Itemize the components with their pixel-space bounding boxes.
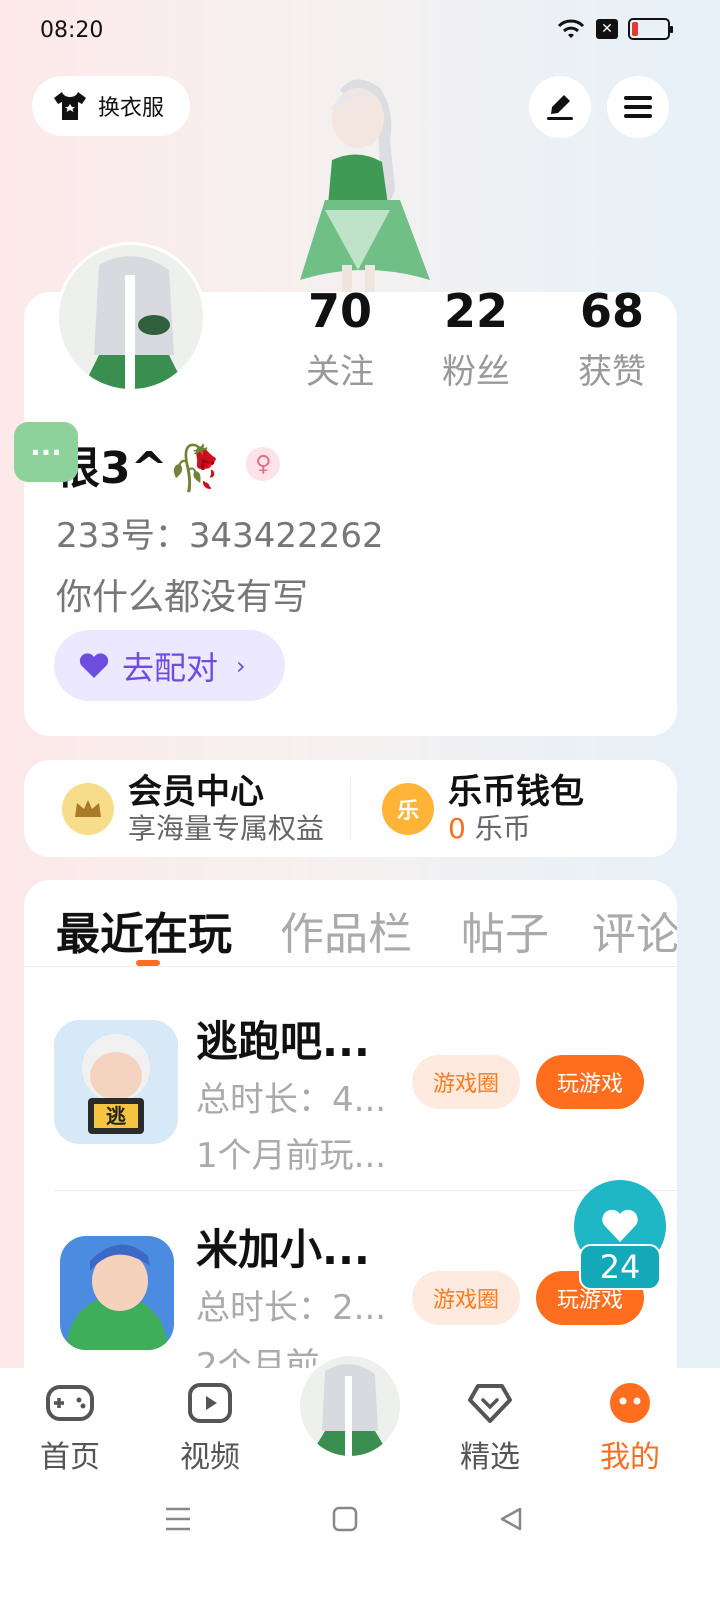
nav-mine-label: 我的 <box>600 1440 660 1475</box>
member-center-subtitle: 享海量专属权益 <box>128 811 325 845</box>
shirt-icon <box>54 92 86 120</box>
game-circle-button[interactable]: 游戏圈 <box>412 1055 520 1109</box>
menu-button[interactable] <box>607 76 669 138</box>
more-options-button[interactable]: ··· <box>14 422 78 482</box>
stat-following[interactable]: 70 关注 <box>280 286 400 393</box>
profile-face-icon <box>610 1383 650 1423</box>
game-icon-text: 逃 <box>106 1104 127 1128</box>
status-bar: 08:20 ✕ <box>0 0 720 64</box>
game-title: 米加小... <box>196 1225 370 1274</box>
game-title: 逃跑吧... <box>196 1017 370 1066</box>
tab-posts[interactable]: 帖子 <box>461 898 549 962</box>
username-text: 恨3^🥀 <box>56 443 223 494</box>
game-last-played: 1个月前玩... <box>196 1136 387 1176</box>
user-bio: 你什么都没有写 <box>56 577 309 618</box>
edit-button[interactable] <box>529 76 591 138</box>
nav-mine[interactable]: 我的 <box>580 1382 680 1476</box>
nav-home-label: 首页 <box>40 1440 100 1475</box>
video-icon <box>188 1383 232 1423</box>
stat-value: 70 <box>307 284 372 338</box>
nav-video[interactable]: 视频 <box>160 1382 260 1476</box>
nav-featured[interactable]: 精选 <box>440 1382 540 1476</box>
status-time: 08:20 <box>40 18 104 43</box>
vip-divider <box>350 778 351 840</box>
tab-recent-played[interactable]: 最近在玩 <box>56 898 232 962</box>
game-row[interactable]: 逃 逃跑吧... 总时长：4... 1个月前玩... 游戏圈 玩游戏 <box>24 990 677 1190</box>
like-count-badge: 24 <box>579 1244 661 1290</box>
go-match-label: 去配对 <box>122 648 219 687</box>
game-icon: 逃 <box>54 1020 178 1144</box>
row-divider <box>54 1190 677 1191</box>
tab-works[interactable]: 作品栏 <box>280 898 412 962</box>
system-navigation-bar <box>0 1484 720 1612</box>
member-center-entry[interactable]: 会员中心 享海量专属权益 <box>62 760 324 857</box>
game-icon <box>60 1236 174 1350</box>
tab-divider <box>24 966 677 967</box>
home-icon[interactable] <box>332 1506 358 1532</box>
coin-wallet-title: 乐币钱包 <box>448 771 584 812</box>
coin-wallet-entry[interactable]: 乐 乐币钱包 0 乐币 <box>382 760 584 857</box>
stat-likes[interactable]: 68 获赞 <box>552 286 672 393</box>
nav-center-avatar[interactable] <box>296 1352 404 1460</box>
battery-icon <box>628 18 673 40</box>
stat-value: 68 <box>579 284 644 338</box>
game-duration: 总时长：4... <box>196 1080 387 1120</box>
game-duration: 总时长：2... <box>196 1288 387 1328</box>
profile-stats: 70 关注 22 粉丝 68 获赞 <box>280 286 672 393</box>
stat-label: 关注 <box>306 352 374 392</box>
status-icons: ✕ <box>556 18 673 40</box>
nav-video-label: 视频 <box>180 1440 240 1475</box>
tab-comments[interactable]: 评论 <box>592 898 677 962</box>
recent-apps-icon[interactable] <box>164 1506 192 1532</box>
heart-icon <box>79 652 109 678</box>
heart-diamond-icon <box>468 1384 512 1423</box>
avatar-character-figure[interactable] <box>270 70 440 295</box>
change-outfit-button[interactable]: 换衣服 <box>32 76 190 136</box>
female-gender-icon: ♀ <box>246 447 281 481</box>
stat-followers[interactable]: 22 粉丝 <box>416 286 536 393</box>
no-sim-icon: ✕ <box>596 19 618 39</box>
menu-icon <box>624 96 652 118</box>
member-center-title: 会员中心 <box>128 771 264 812</box>
coin-icon: 乐 <box>382 782 434 835</box>
stat-label: 获赞 <box>578 352 646 392</box>
play-game-button[interactable]: 玩游戏 <box>536 1055 644 1109</box>
nav-home[interactable]: 首页 <box>20 1382 120 1476</box>
go-match-button[interactable]: 去配对 › <box>54 630 285 701</box>
gamepad-icon <box>46 1385 94 1421</box>
pen-icon <box>547 95 573 120</box>
content-tabs-card: 最近在玩 作品栏 帖子 评论 逃 逃跑吧... 总时长：4... 1个月前玩..… <box>24 880 677 1380</box>
coin-amount: 0 <box>448 811 466 845</box>
chevron-right-icon: › <box>236 651 246 680</box>
nav-featured-label: 精选 <box>460 1440 520 1475</box>
stat-label: 粉丝 <box>442 352 510 392</box>
user-avatar[interactable] <box>56 242 206 392</box>
change-outfit-label: 换衣服 <box>98 96 165 121</box>
wifi-icon <box>557 19 585 38</box>
username: 恨3^🥀 ♀ <box>56 432 281 496</box>
back-icon[interactable] <box>498 1506 524 1532</box>
coin-unit: 乐币 <box>474 811 531 845</box>
game-circle-button[interactable]: 游戏圈 <box>412 1271 520 1325</box>
heart-icon <box>602 1209 638 1242</box>
stat-value: 22 <box>443 284 508 338</box>
user-id: 233号：343422262 <box>56 516 384 556</box>
membership-wallet-card: 会员中心 享海量专属权益 乐 乐币钱包 0 乐币 <box>24 760 677 857</box>
coin-wallet-balance: 0 乐币 <box>448 812 584 846</box>
crown-icon <box>62 782 114 835</box>
